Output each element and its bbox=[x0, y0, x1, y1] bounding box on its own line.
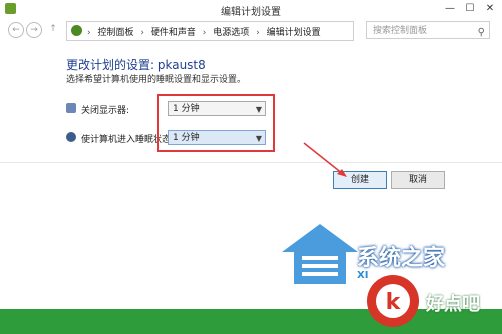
house-logo-icon bbox=[282, 224, 358, 284]
svg-text:k: k bbox=[386, 290, 402, 315]
watermark-text: 系统之家 bbox=[357, 246, 446, 271]
gear-logo-icon: k bbox=[367, 275, 419, 327]
watermark-text-2: 好点吧 bbox=[426, 294, 480, 315]
annotation-arrow bbox=[303, 142, 347, 177]
